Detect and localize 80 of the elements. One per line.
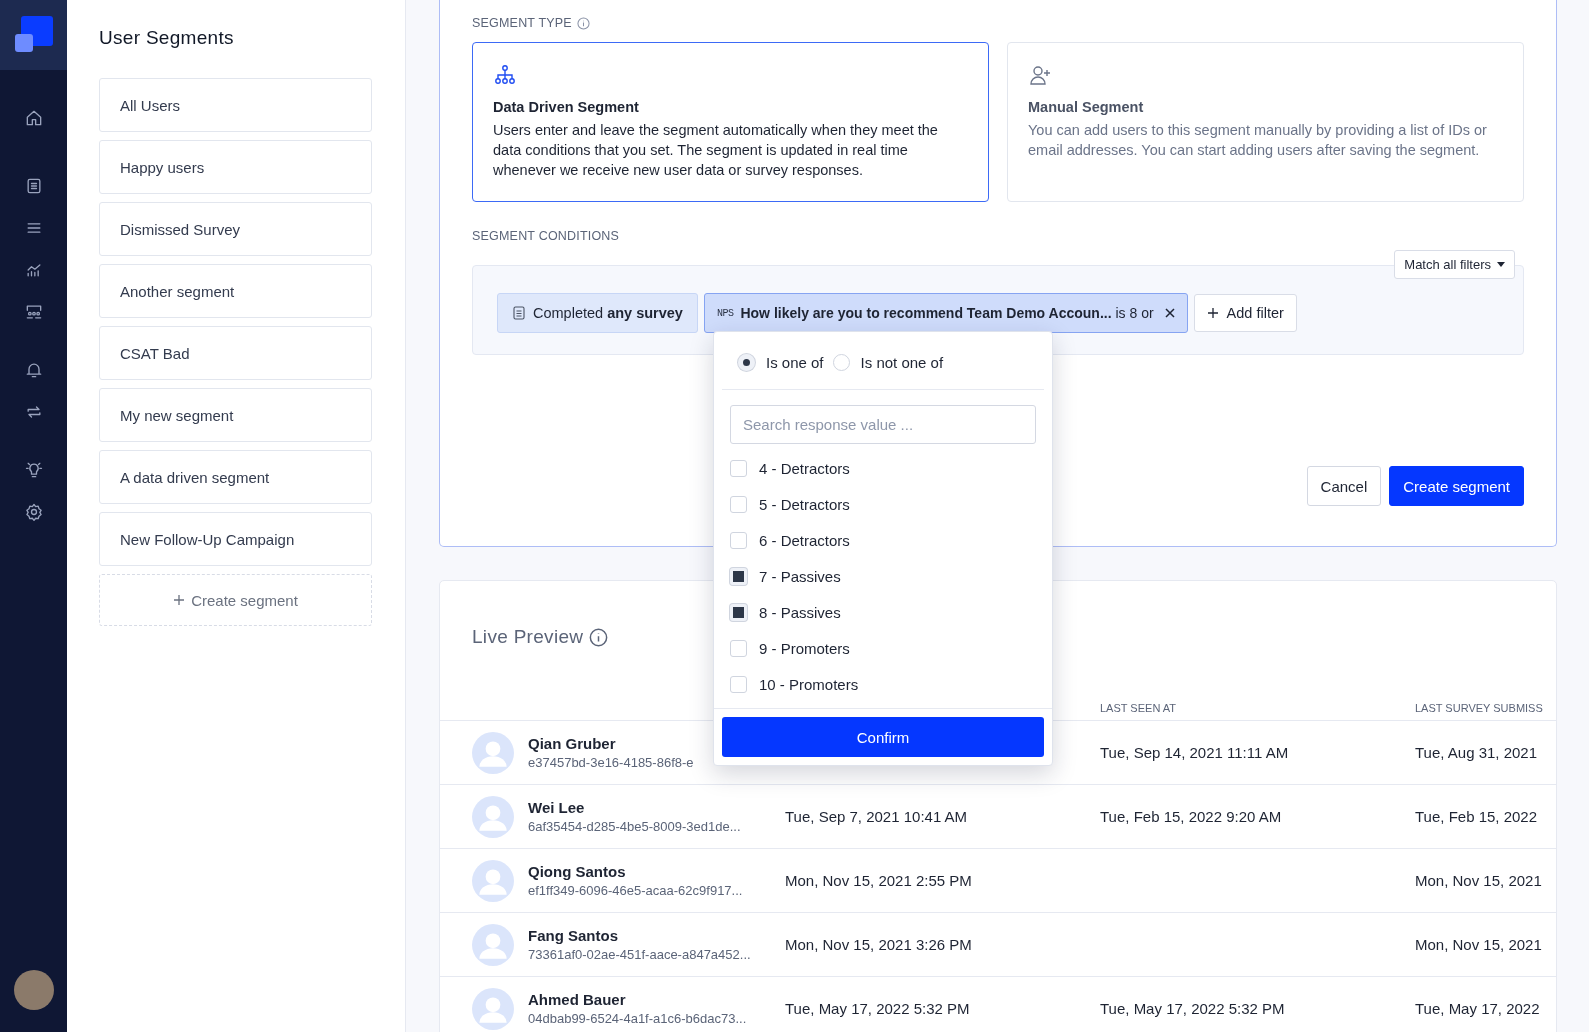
avatar-icon	[472, 923, 514, 966]
filter-chip[interactable]: NPS How likely are you to recommend Team Demo Accoun... is 8 or	[703, 293, 1188, 333]
option-title: Manual Segment	[1028, 99, 1145, 115]
table-cell: Tue, May 17, 2022	[1415, 1000, 1540, 1017]
filter-text: Completed any survey	[533, 305, 683, 321]
table-cell: Mon, Nov 15, 2021	[1415, 936, 1542, 953]
section-title: Live Preview	[472, 626, 584, 648]
checkbox-option[interactable]: 9 - Promoters	[730, 630, 1036, 666]
user-id: ef1ff349-6096-46e5-acaa-62c9f917...	[528, 883, 743, 898]
logo-icon[interactable]	[14, 16, 53, 54]
panel-title: User Segments	[99, 27, 235, 49]
checkbox-option[interactable]: 5 - Detractors	[730, 486, 1036, 522]
add-filter-button[interactable]: Add filter	[1193, 294, 1297, 332]
avatar-icon	[472, 859, 514, 902]
table-cell: Tue, Feb 15, 2022 9:20 AM	[1100, 808, 1282, 825]
table-cell: Tue, Aug 31, 2021	[1415, 744, 1538, 761]
caret-icon	[1497, 262, 1505, 267]
nps-label: NPS	[716, 307, 734, 319]
table-cell: Mon, Nov 15, 2021	[1415, 872, 1542, 889]
table-cell: Tue, Feb 15, 2022	[1415, 808, 1538, 825]
option-description: Users enter and leave the segment automatically when they meet the data conditions that you set. The segment is updated in real time whenever we receive new user data or survey responses.	[493, 121, 939, 180]
column-header: LAST SEEN AT	[1100, 702, 1176, 714]
section-label: SEGMENT TYPE	[472, 16, 572, 30]
hierarchy-icon	[493, 63, 517, 87]
segment-list-item[interactable]: Dismissed Survey	[99, 202, 372, 256]
filter-text: How likely are you to recommend Team Demo Accoun... is 8 or	[740, 305, 1154, 321]
settings-icon[interactable]	[23, 502, 44, 522]
user-id: 04dbab99-6524-4a1f-a1c6-b6dac73...	[528, 1011, 747, 1026]
segment-list-item[interactable]: CSAT Bad	[99, 326, 372, 380]
table-cell: Tue, May 17, 2022 5:32 PM	[1100, 1000, 1285, 1017]
segment-list-item[interactable]: A data driven segment	[99, 450, 372, 504]
segment-list-item[interactable]: All Users	[99, 78, 372, 132]
option-title: Data Driven Segment	[493, 99, 640, 115]
table-cell: Tue, Sep 14, 2021 11:11 AM	[1100, 744, 1289, 761]
confirm-button[interactable]: Confirm	[722, 717, 1044, 757]
user-name: Fang Santos	[528, 927, 619, 944]
checkbox-option[interactable]: 7 - Passives	[730, 558, 1036, 594]
option-description: You can add users to this segment manually by providing a list of IDs or email addresses. You can start adding users after saving the segment.	[1028, 121, 1488, 160]
user-name: Ahmed Bauer	[528, 991, 627, 1008]
match-filters-dropdown[interactable]: Match all filters	[1394, 250, 1515, 279]
checkbox-option[interactable]: 6 - Detractors	[730, 522, 1036, 558]
user-name: Wei Lee	[528, 799, 586, 816]
create-segment-button[interactable]: Create segment	[99, 574, 372, 626]
user-avatar[interactable]	[13, 970, 54, 1010]
segment-list-item[interactable]: Happy users	[99, 140, 372, 194]
checkbox-option[interactable]: 10 - Promoters	[730, 666, 1036, 702]
table-cell: Mon, Nov 15, 2021 3:26 PM	[785, 936, 972, 953]
cancel-button[interactable]: Cancel	[1306, 466, 1382, 506]
close-icon[interactable]	[1164, 308, 1175, 318]
table-cell: Mon, Nov 15, 2021 2:55 PM	[785, 872, 972, 889]
table-cell: Tue, May 17, 2022 5:32 PM	[785, 1000, 970, 1017]
user-id: 73361af0-02ae-451f-aace-a847a452...	[528, 947, 751, 962]
segment-type-option[interactable]: Manual Segment You can add users to this segment manually by providing a list of IDs or email addresses. You can start adding users after saving the segment.	[1007, 42, 1524, 202]
radio-option[interactable]: Is not one of	[832, 354, 944, 371]
checkbox-option[interactable]: 8 - Passives	[730, 594, 1036, 630]
segment-list-item[interactable]: Another segment	[99, 264, 372, 318]
lightbulb-icon[interactable]	[23, 460, 44, 480]
user-name: Qian Gruber	[528, 735, 617, 752]
user-id: e37457bd-3e16-4185-86f8-e	[528, 755, 694, 770]
avatar-icon	[472, 731, 514, 774]
info-icon[interactable]	[576, 16, 590, 30]
column-header: LAST SURVEY SUBMISS	[1415, 702, 1543, 714]
plus-icon	[1206, 307, 1219, 319]
add-user-icon	[1028, 63, 1052, 87]
avatar-icon	[472, 795, 514, 838]
segment-list-item[interactable]: My new segment	[99, 388, 372, 442]
info-icon[interactable]	[589, 627, 609, 647]
search-field[interactable]: Search response value ...	[730, 405, 1036, 444]
segment-type-option[interactable]	[472, 42, 989, 202]
create-segment-button[interactable]: Create segment	[1389, 466, 1524, 506]
user-name: Qiong Santos	[528, 863, 627, 880]
radio-option[interactable]: Is one of	[738, 354, 824, 371]
filter-chip[interactable]: Completed any survey	[497, 293, 698, 333]
segment-list-item[interactable]: New Follow-Up Campaign	[99, 512, 372, 566]
table-cell: Tue, Sep 7, 2021 10:41 AM	[785, 808, 968, 825]
section-label: SEGMENT CONDITIONS	[472, 229, 620, 243]
checkbox-option[interactable]: 4 - Detractors	[730, 450, 1036, 486]
user-id: 6af35454-d285-4be5-8009-3ed1de...	[528, 819, 741, 834]
document-list-icon	[512, 306, 526, 320]
plus-icon	[173, 594, 186, 606]
